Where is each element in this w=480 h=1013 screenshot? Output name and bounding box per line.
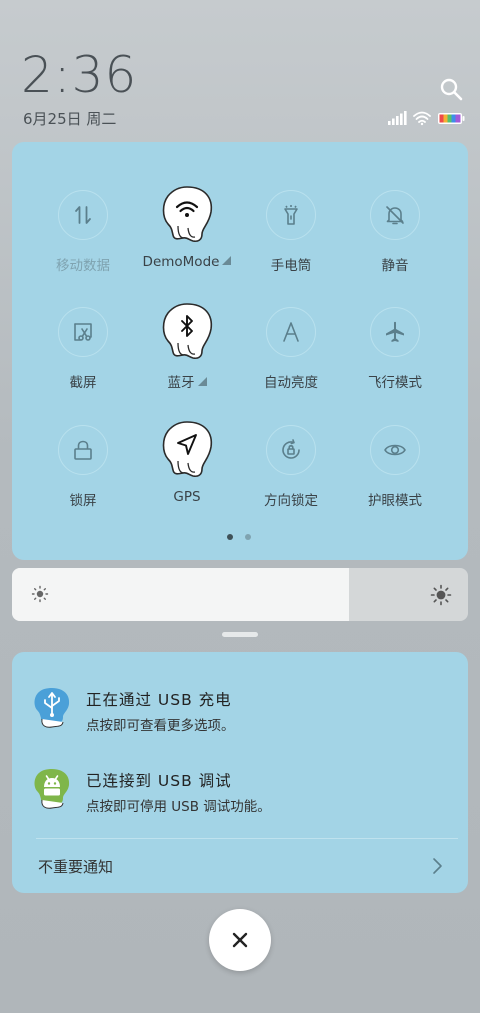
notification-subtitle: 点按即可停用 USB 调试功能。 bbox=[86, 799, 271, 815]
screenshot-icon bbox=[58, 307, 108, 357]
search-icon[interactable] bbox=[438, 76, 464, 102]
tile-label: DemoMode bbox=[135, 254, 239, 270]
airplane-icon bbox=[370, 307, 420, 357]
submenu-indicator-icon bbox=[197, 377, 207, 386]
bluetooth-icon bbox=[162, 303, 213, 360]
status-icons bbox=[388, 111, 465, 126]
clear-all-button[interactable] bbox=[209, 909, 271, 971]
tile-label: 飞行模式 bbox=[368, 375, 422, 391]
brightness-fill bbox=[12, 568, 349, 621]
date[interactable]: 6月25日 周二 bbox=[23, 108, 116, 129]
tile-label: 自动亮度 bbox=[264, 375, 318, 391]
eye-icon bbox=[370, 425, 420, 475]
tile-rotation-lock[interactable]: 方向锁定 bbox=[239, 425, 343, 525]
wifi-icon bbox=[162, 186, 213, 243]
notification-title: 正在通过 USB 充电 bbox=[86, 691, 232, 709]
divider bbox=[36, 838, 458, 839]
tile-auto-brightness[interactable]: 自动亮度 bbox=[239, 307, 343, 407]
notification-usb-charging[interactable]: 正在通过 USB 充电 点按即可查看更多选项。 bbox=[12, 686, 468, 746]
tile-lock-screen[interactable]: 锁屏 bbox=[31, 425, 135, 525]
tile-label: 方向锁定 bbox=[264, 493, 318, 509]
notification-usb-debugging[interactable]: 已连接到 USB 调试 点按即可停用 USB 调试功能。 bbox=[12, 767, 468, 827]
unimportant-notifications-link[interactable]: 不重要通知 bbox=[38, 856, 113, 877]
tile-label: 锁屏 bbox=[69, 493, 97, 509]
tile-eye-care[interactable]: 护眼模式 bbox=[343, 425, 447, 525]
tile-label: 蓝牙 bbox=[135, 371, 239, 391]
notification-title: 已连接到 USB 调试 bbox=[86, 772, 232, 790]
page-dot-active bbox=[227, 534, 233, 540]
android-debug-icon bbox=[34, 769, 70, 809]
tile-bluetooth[interactable]: 蓝牙 bbox=[135, 303, 239, 407]
tile-label: 静音 bbox=[381, 258, 409, 274]
quick-settings-panel: 移动数据 DemoMode 手电筒 静音 截屏 蓝牙 自动亮度 飞行模式 锁屏 … bbox=[12, 142, 468, 560]
location-icon bbox=[162, 421, 213, 478]
tile-label: 截屏 bbox=[69, 375, 97, 391]
tile-demomode[interactable]: DemoMode bbox=[135, 186, 239, 290]
tile-screenshot[interactable]: 截屏 bbox=[31, 307, 135, 407]
signal-icon bbox=[388, 111, 407, 125]
flashlight-icon bbox=[266, 190, 316, 240]
submenu-indicator-icon bbox=[222, 256, 232, 265]
tile-label: GPS bbox=[173, 489, 201, 505]
tile-mobile-data[interactable]: 移动数据 bbox=[31, 190, 135, 290]
mobile-data-icon bbox=[58, 190, 108, 240]
rotation-lock-icon bbox=[266, 425, 316, 475]
wifi-icon bbox=[413, 111, 431, 126]
brightness-low-icon bbox=[31, 585, 49, 603]
tile-flashlight[interactable]: 手电筒 bbox=[239, 190, 343, 290]
tile-gps[interactable]: GPS bbox=[135, 421, 239, 525]
auto-brightness-icon bbox=[266, 307, 316, 357]
brightness-slider[interactable] bbox=[12, 568, 468, 621]
brightness-high-icon bbox=[430, 584, 452, 606]
chevron-right-icon[interactable] bbox=[430, 856, 444, 876]
close-icon bbox=[232, 932, 248, 948]
lock-icon bbox=[58, 425, 108, 475]
tile-mute[interactable]: 静音 bbox=[343, 190, 447, 290]
drag-handle[interactable] bbox=[222, 632, 258, 637]
clock[interactable]: 2:36 bbox=[21, 46, 137, 104]
mute-bell-icon bbox=[370, 190, 420, 240]
notification-panel: 正在通过 USB 充电 点按即可查看更多选项。 已连接到 USB 调试 点按即可… bbox=[12, 652, 468, 893]
tile-label: 护眼模式 bbox=[368, 493, 422, 509]
tile-label: 移动数据 bbox=[56, 258, 110, 274]
battery-icon bbox=[438, 113, 465, 124]
tile-label: 手电筒 bbox=[270, 258, 312, 274]
page-indicator bbox=[227, 534, 257, 542]
tile-airplane[interactable]: 飞行模式 bbox=[343, 307, 447, 407]
page-dot bbox=[245, 534, 251, 540]
usb-icon bbox=[34, 688, 70, 728]
notification-subtitle: 点按即可查看更多选项。 bbox=[86, 718, 235, 734]
status-area: 2:36 6月25日 周二 bbox=[0, 0, 480, 140]
